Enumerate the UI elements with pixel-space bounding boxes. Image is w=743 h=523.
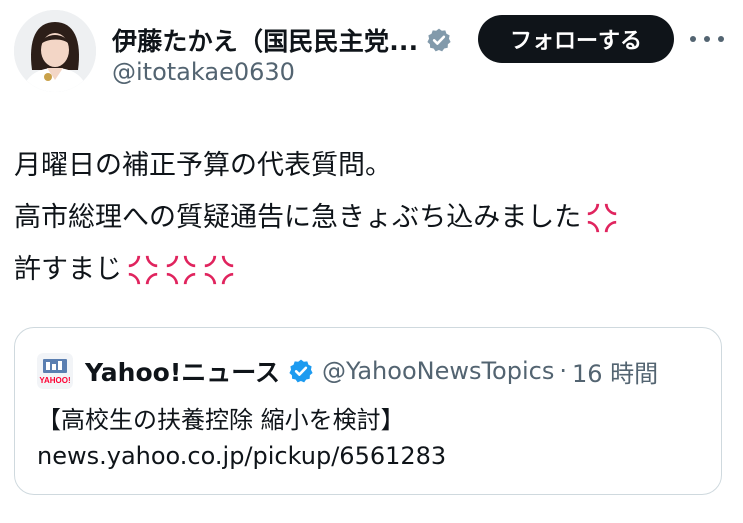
quoted-tweet-card[interactable]: YAHOO! Yahoo!ニュース @YahooNewsTopics · 16 …	[14, 327, 722, 495]
quoted-tweet-header: YAHOO! Yahoo!ニュース @YahooNewsTopics · 16 …	[37, 353, 658, 389]
avatar-photo	[14, 10, 96, 92]
quoted-tweet-text: 【高校生の扶養控除 縮小を検討】	[37, 406, 405, 434]
quoted-timestamp[interactable]: 16 時間	[572, 354, 658, 389]
tweet-line: 高市総理への質疑通告に急きょぶち込みました	[14, 192, 619, 244]
follow-button[interactable]: フォローする	[478, 15, 674, 63]
tweet-text: 月曜日の補正予算の代表質問。 高市総理への質疑通告に急きょぶち込みました 許すま…	[14, 140, 619, 296]
tweet-line-text: 許すまじ	[14, 254, 122, 285]
separator-dot: ·	[559, 357, 567, 385]
verified-badge-icon	[427, 28, 451, 52]
quoted-display-name[interactable]: Yahoo!ニュース	[85, 353, 280, 389]
tweet-line-text: 月曜日の補正予算の代表質問。	[14, 150, 392, 181]
more-dot	[718, 36, 724, 42]
anger-symbol-icon	[588, 203, 617, 233]
anger-symbol-icon	[204, 255, 234, 285]
author-display-name[interactable]: 伊藤たかえ（国民民主党...	[112, 22, 418, 58]
author-handle[interactable]: @itotakae0630	[112, 58, 295, 86]
anger-symbol-icon	[128, 255, 158, 285]
more-options-icon[interactable]	[690, 25, 724, 53]
more-dot	[690, 36, 696, 42]
anger-symbol-icon	[166, 255, 196, 285]
more-dot	[704, 36, 710, 42]
author-name-row[interactable]: 伊藤たかえ（国民民主党...	[112, 20, 452, 60]
author-avatar[interactable]	[14, 10, 96, 92]
tweet-line: 月曜日の補正予算の代表質問。	[14, 140, 619, 192]
quoted-tweet-link[interactable]: news.yahoo.co.jp/pickup/6561283	[37, 442, 446, 470]
verified-badge-icon	[289, 359, 313, 383]
yahoo-logo-text: YAHOO!	[39, 376, 70, 385]
yahoo-news-logo-icon: YAHOO!	[37, 353, 73, 389]
tweet-line: 許すまじ	[14, 244, 619, 296]
quoted-handle[interactable]: @YahooNewsTopics	[322, 357, 554, 385]
tweet-line-text: 高市総理への質疑通告に急きょぶち込みました	[14, 202, 582, 233]
